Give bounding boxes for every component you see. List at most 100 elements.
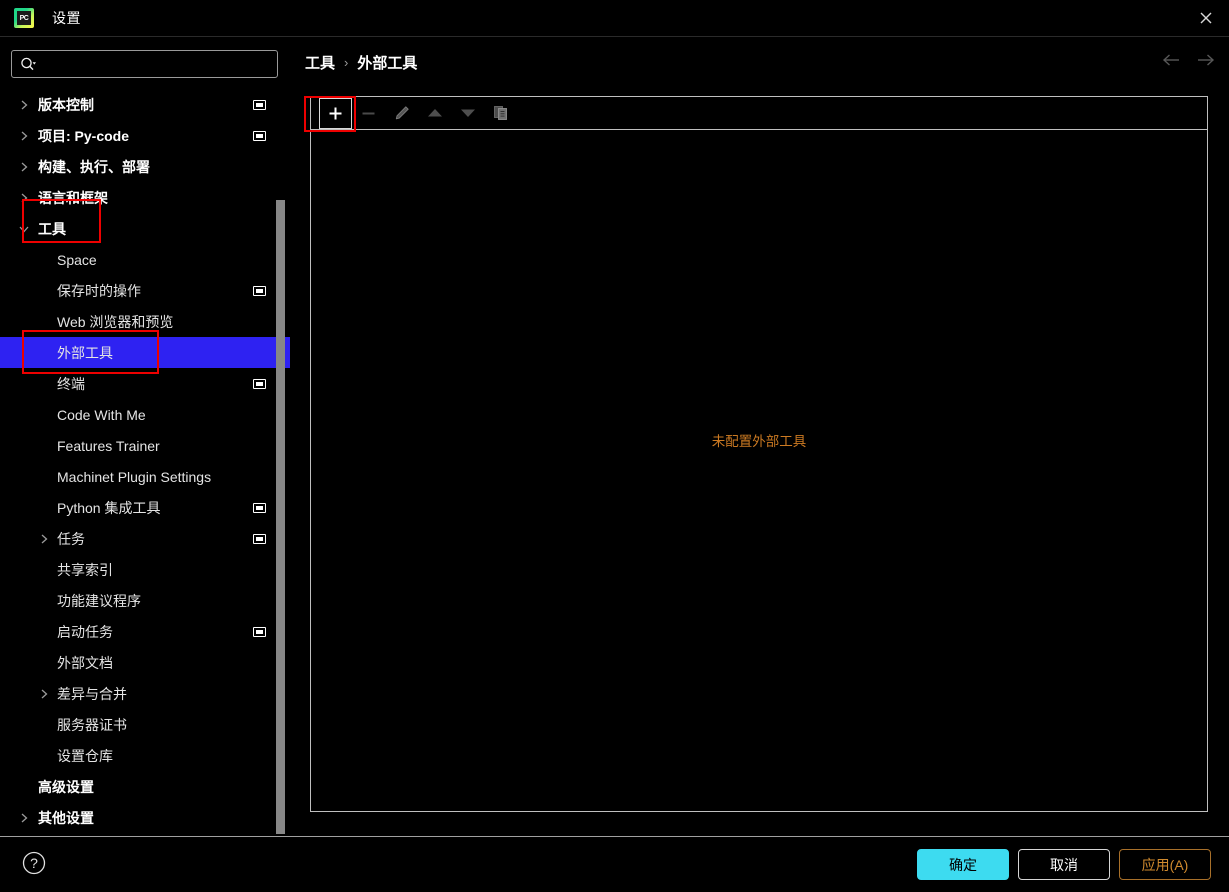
sidebar-item-0[interactable]: 版本控制 xyxy=(0,89,290,120)
sidebar-item-13[interactable]: Python 集成工具 xyxy=(0,492,290,523)
chevron-right-icon[interactable] xyxy=(38,688,50,700)
sidebar-item-5[interactable]: Space xyxy=(0,244,290,275)
project-scope-icon xyxy=(253,533,266,544)
search-input[interactable] xyxy=(37,55,271,73)
arrow-right-icon[interactable] xyxy=(1195,50,1215,70)
move-down-button[interactable] xyxy=(451,98,484,129)
sidebar-item-8[interactable]: 外部工具 xyxy=(0,337,290,368)
sidebar-item-7[interactable]: Web 浏览器和预览 xyxy=(0,306,290,337)
sidebar-item-20[interactable]: 服务器证书 xyxy=(0,709,290,740)
sidebar-item-14[interactable]: 任务 xyxy=(0,523,290,554)
sidebar-item-1[interactable]: 项目: Py-code xyxy=(0,120,290,151)
sidebar-item-18[interactable]: 外部文档 xyxy=(0,647,290,678)
chevron-right-icon[interactable] xyxy=(18,812,30,824)
sidebar-item-12[interactable]: Machinet Plugin Settings xyxy=(0,461,290,492)
sidebar-item-label: 工具 xyxy=(38,220,66,237)
sidebar-item-label: Features Trainer xyxy=(57,437,160,454)
sidebar-item-label: 项目: Py-code xyxy=(38,127,130,144)
sidebar-item-label: 功能建议程序 xyxy=(57,592,141,609)
sidebar-item-11[interactable]: Features Trainer xyxy=(0,430,290,461)
title-bar: PC 设置 xyxy=(0,0,1229,37)
sidebar-item-16[interactable]: 功能建议程序 xyxy=(0,585,290,616)
sidebar-item-label: 语言和框架 xyxy=(38,189,108,206)
project-scope-icon xyxy=(253,378,266,389)
pycharm-icon: PC xyxy=(14,8,34,28)
sidebar-item-23[interactable]: 其他设置 xyxy=(0,802,290,833)
sidebar-item-label: 差异与合并 xyxy=(57,685,127,702)
settings-dialog: PC 设置 版本控制 项目: Py-code 构建、执行、部署 语言和框架 工具… xyxy=(0,0,1229,892)
sidebar-item-label: 保存时的操作 xyxy=(57,282,141,299)
breadcrumb-separator-icon: › xyxy=(344,55,349,70)
sidebar-item-17[interactable]: 启动任务 xyxy=(0,616,290,647)
window-title: 设置 xyxy=(52,10,81,26)
sidebar-item-label: 共享索引 xyxy=(57,561,113,578)
empty-state-message: 未配置外部工具 xyxy=(311,97,1207,811)
external-tools-toolbar xyxy=(311,97,1207,130)
edit-button[interactable] xyxy=(385,98,418,129)
sidebar-item-21[interactable]: 设置仓库 xyxy=(0,740,290,771)
chevron-right-icon[interactable] xyxy=(38,533,50,545)
add-button[interactable] xyxy=(319,97,352,129)
close-icon[interactable] xyxy=(1183,0,1229,36)
chevron-right-icon[interactable] xyxy=(18,192,30,204)
sidebar-item-label: 构建、执行、部署 xyxy=(38,158,150,175)
sidebar-item-9[interactable]: 终端 xyxy=(0,368,290,399)
settings-tree: 版本控制项目: Py-code 构建、执行、部署 语言和框架工具 Space 保存时的操… xyxy=(0,89,290,836)
chevron-down-icon[interactable] xyxy=(18,223,30,235)
sidebar-item-2[interactable]: 构建、执行、部署 xyxy=(0,151,290,182)
ok-button[interactable]: 确定 xyxy=(917,849,1009,880)
sidebar-item-label: 服务器证书 xyxy=(57,716,127,733)
sidebar-item-label: Machinet Plugin Settings xyxy=(57,468,212,485)
sidebar-item-4[interactable]: 工具 xyxy=(0,213,290,244)
sidebar-item-label: 外部文档 xyxy=(57,654,113,671)
remove-button[interactable] xyxy=(352,98,385,129)
sidebar-item-3[interactable]: 语言和框架 xyxy=(0,182,290,213)
external-tools-content: 未配置外部工具 xyxy=(310,96,1208,812)
dialog-footer: ? 确定 取消 应用(A) xyxy=(0,837,1229,892)
move-up-button[interactable] xyxy=(418,98,451,129)
sidebar-item-label: Python 集成工具 xyxy=(57,499,161,516)
project-scope-icon xyxy=(253,285,266,296)
sidebar-item-label: 任务 xyxy=(57,530,85,547)
cancel-button[interactable]: 取消 xyxy=(1018,849,1110,880)
sidebar-item-label: Web 浏览器和预览 xyxy=(57,313,174,330)
project-scope-icon xyxy=(253,502,266,513)
sidebar-item-label: Space xyxy=(57,251,97,268)
sidebar-item-label: 版本控制 xyxy=(38,96,94,113)
help-circle-icon[interactable]: ? xyxy=(19,848,49,878)
sidebar-item-label: 高级设置 xyxy=(38,778,94,795)
project-scope-icon xyxy=(253,626,266,637)
chevron-right-icon[interactable] xyxy=(18,130,30,142)
footer-button-group: 确定 取消 应用(A) xyxy=(917,849,1211,880)
apply-button[interactable]: 应用(A) xyxy=(1119,849,1211,880)
sidebar-item-label: Code With Me xyxy=(57,406,146,423)
sidebar-item-label: 外部工具 xyxy=(57,344,113,361)
sidebar-item-label: 终端 xyxy=(57,375,85,392)
sidebar-item-label: 设置仓库 xyxy=(57,747,113,764)
sidebar-item-label: 其他设置 xyxy=(38,809,94,826)
sidebar-item-22[interactable]: 高级设置 xyxy=(0,771,290,802)
arrow-left-icon[interactable] xyxy=(1161,50,1181,70)
breadcrumb-parent[interactable]: 工具 xyxy=(305,52,335,73)
svg-text:?: ? xyxy=(30,855,38,871)
sidebar-scrollbar[interactable] xyxy=(276,200,285,834)
sidebar-item-19[interactable]: 差异与合并 xyxy=(0,678,290,709)
chevron-right-icon[interactable] xyxy=(18,99,30,111)
main-panel: 工具 › 外部工具 未配置外部工具 xyxy=(290,37,1229,836)
empty-state-text: 未配置外部工具 xyxy=(711,434,807,449)
search-box[interactable] xyxy=(11,50,278,78)
copy-button[interactable] xyxy=(484,98,517,129)
settings-sidebar: 版本控制项目: Py-code 构建、执行、部署 语言和框架工具 Space 保存时的操… xyxy=(0,37,290,836)
sidebar-item-15[interactable]: 共享索引 xyxy=(0,554,290,585)
breadcrumb: 工具 › 外部工具 xyxy=(305,52,417,73)
sidebar-item-6[interactable]: 保存时的操作 xyxy=(0,275,290,306)
chevron-right-icon[interactable] xyxy=(18,161,30,173)
pycharm-icon-label: PC xyxy=(17,11,31,25)
breadcrumb-current: 外部工具 xyxy=(357,55,418,72)
navigation-arrows xyxy=(1161,50,1215,70)
sidebar-item-10[interactable]: Code With Me xyxy=(0,399,290,430)
sidebar-item-label: 启动任务 xyxy=(57,623,113,640)
project-scope-icon xyxy=(253,130,266,141)
search-icon xyxy=(20,57,37,72)
project-scope-icon xyxy=(253,99,266,110)
